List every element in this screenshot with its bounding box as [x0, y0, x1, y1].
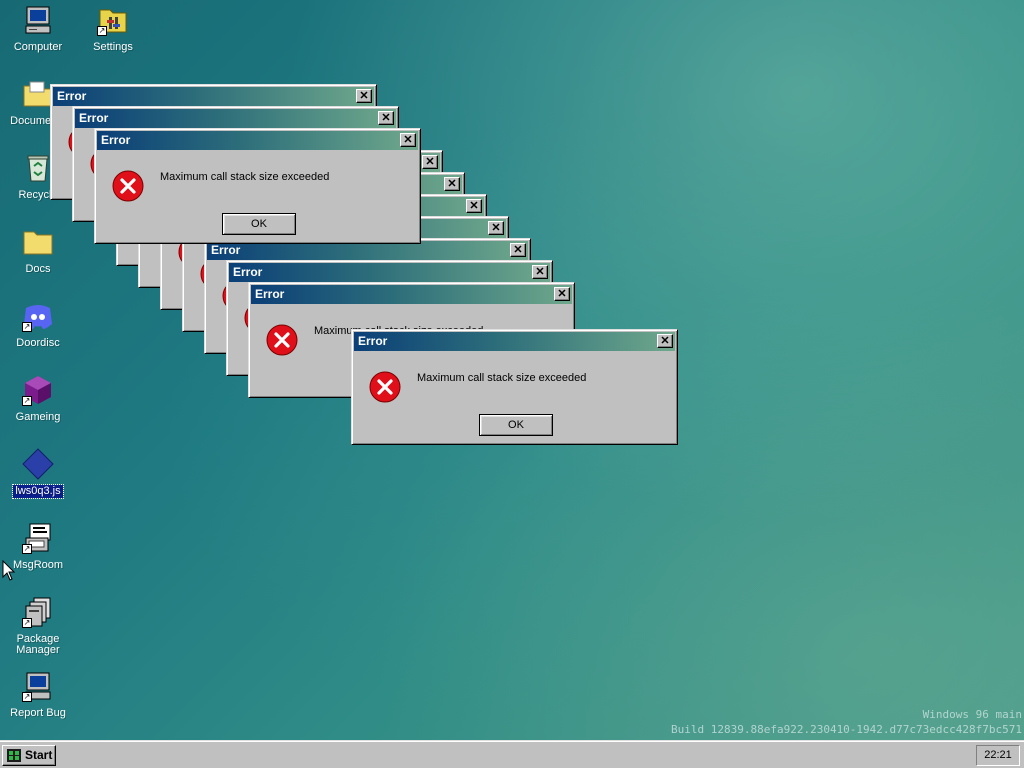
close-button[interactable]: ✕	[444, 177, 460, 191]
close-button[interactable]: ✕	[554, 287, 570, 301]
close-button[interactable]: ✕	[400, 133, 416, 147]
dialog-titlebar[interactable]: Error ✕	[251, 285, 572, 304]
desktop-icon-label: Computer	[13, 41, 63, 53]
desktop-icon-label: Docs	[25, 263, 51, 275]
error-icon	[369, 371, 401, 403]
build-watermark-line1: Windows 96 main	[922, 708, 1022, 721]
dialog-title: Error	[233, 265, 263, 279]
package-manager-icon: ↗	[22, 596, 54, 628]
desktop-icon-label: Doordisc	[16, 337, 60, 349]
close-button[interactable]: ✕	[657, 334, 673, 348]
settings-icon: ↗	[97, 4, 129, 36]
desktop-icon-computer[interactable]: Computer	[0, 4, 76, 54]
error-message: Maximum call stack size exceeded	[160, 171, 330, 183]
desktop-icon-gameing[interactable]: ↗ Gameing	[0, 374, 76, 424]
error-icon	[266, 324, 298, 356]
desktop-icon-label: Package Manager	[16, 633, 60, 656]
start-label: Start	[25, 748, 53, 762]
dialog-titlebar[interactable]: Error ✕	[354, 332, 675, 351]
close-button[interactable]: ✕	[466, 199, 482, 213]
dialog-titlebar[interactable]: Error ✕	[229, 263, 550, 282]
start-button[interactable]: Start	[2, 745, 56, 766]
dialog-body: Maximum call stack size exceeded OK	[97, 150, 418, 241]
close-button[interactable]: ✕	[510, 243, 526, 257]
dialog-titlebar[interactable]: Error ✕	[75, 109, 396, 128]
dialog-titlebar[interactable]: Error ✕	[53, 87, 374, 106]
shortcut-arrow-icon: ↗	[22, 544, 32, 554]
shortcut-arrow-icon: ↗	[22, 396, 32, 406]
desktop-icon-label: Gameing	[15, 411, 61, 423]
desktop-icon-label: Settings	[93, 41, 133, 53]
report-bug-icon: ↗	[22, 670, 54, 702]
start-logo-icon	[7, 749, 21, 762]
desktop-icon-doordisc[interactable]: ↗ Doordisc	[0, 300, 76, 350]
shortcut-arrow-icon: ↗	[22, 618, 32, 628]
clock: 22:21	[976, 745, 1020, 766]
computer-icon	[22, 4, 54, 36]
ok-button[interactable]: OK	[222, 213, 296, 235]
desktop-icon-label: lws0q3.js	[12, 484, 64, 499]
taskbar: Start 22:21	[0, 740, 1024, 768]
close-button[interactable]: ✕	[488, 221, 504, 235]
shortcut-arrow-icon: ↗	[22, 322, 32, 332]
mouse-cursor-icon	[2, 560, 16, 581]
close-button[interactable]: ✕	[532, 265, 548, 279]
doordisc-icon: ↗	[22, 300, 54, 332]
dialog-title: Error	[57, 89, 87, 103]
desktop-icon-docs[interactable]: Docs	[0, 226, 76, 276]
docs-folder-icon	[22, 226, 54, 258]
dialog-title: Error	[79, 111, 109, 125]
shortcut-arrow-icon: ↗	[97, 26, 107, 36]
desktop-icon-label: MsgRoom	[12, 559, 64, 571]
dialog-title: Error	[358, 334, 388, 348]
desktop-icon-js-file[interactable]: lws0q3.js	[0, 448, 76, 499]
build-watermark-line2: Build 12839.88efa922.230410-1942.d77c73e…	[671, 723, 1022, 736]
error-dialog: Error ✕ Maximum call stack size exceeded OK	[351, 329, 678, 445]
error-dialog: Error ✕ Maximum call stack size exceeded OK	[94, 128, 421, 244]
desktop-icon-package-manager[interactable]: ↗ Package Manager	[0, 596, 76, 657]
gameing-icon: ↗	[22, 374, 54, 406]
js-file-icon	[22, 448, 54, 480]
close-button[interactable]: ✕	[422, 155, 438, 169]
shortcut-arrow-icon: ↗	[22, 692, 32, 702]
dialog-title: Error	[255, 287, 285, 301]
close-button[interactable]: ✕	[356, 89, 372, 103]
desktop-icon-settings[interactable]: ↗ Settings	[75, 4, 151, 54]
desktop-icon-label: Report Bug	[10, 707, 66, 719]
msgroom-icon: ↗	[22, 522, 54, 554]
dialog-body: Maximum call stack size exceeded OK	[354, 351, 675, 442]
dialog-title: Error	[101, 133, 131, 147]
error-icon	[112, 170, 144, 202]
desktop-icon-report-bug[interactable]: ↗ Report Bug	[0, 670, 76, 720]
ok-button[interactable]: OK	[479, 414, 553, 436]
error-message: Maximum call stack size exceeded	[417, 372, 587, 384]
dialog-titlebar[interactable]: Error ✕	[97, 131, 418, 150]
dialog-title: Error	[211, 243, 241, 257]
close-button[interactable]: ✕	[378, 111, 394, 125]
